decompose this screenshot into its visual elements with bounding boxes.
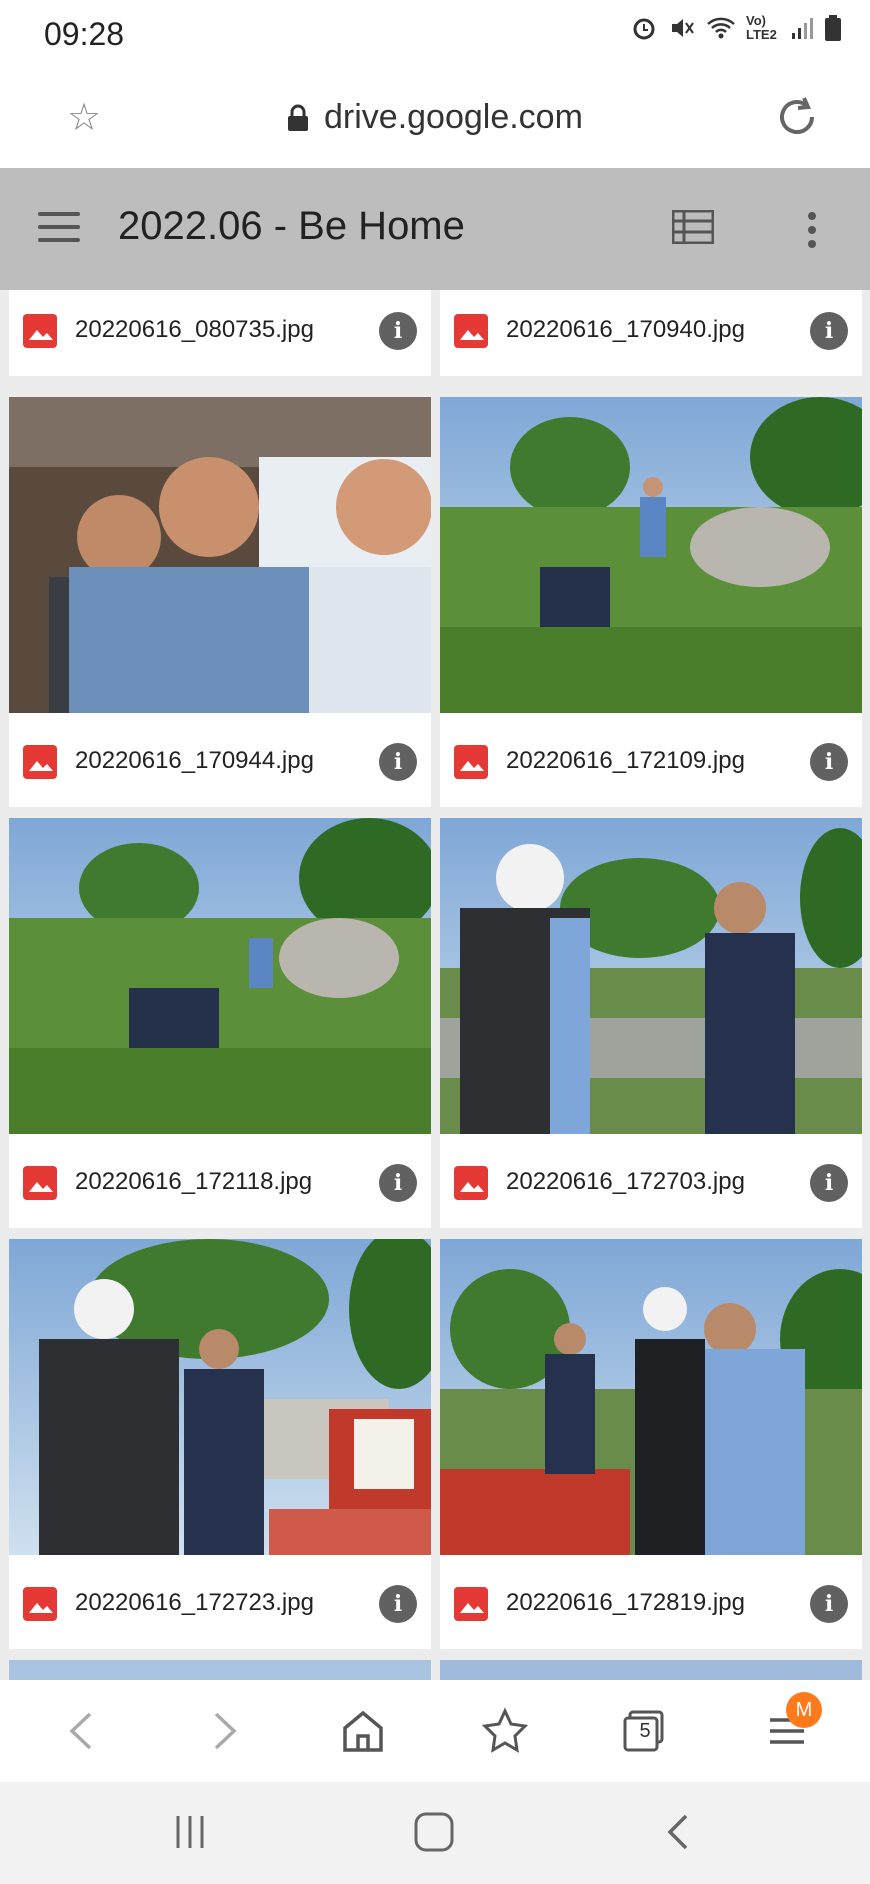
photo-thumbnail — [440, 1239, 862, 1555]
bookmark-star-icon[interactable]: ☆ — [62, 96, 106, 140]
file-name: 20220616_172703.jpg — [506, 1168, 745, 1195]
profile-badge: M — [786, 1692, 822, 1728]
lock-icon — [288, 104, 308, 131]
home-button-icon[interactable] — [412, 1810, 456, 1854]
browser-bottom-nav: 5 — [0, 1680, 870, 1782]
file-name: 20220616_172819.jpg — [506, 1589, 745, 1616]
image-file-icon — [454, 1166, 488, 1200]
file-card[interactable]: 20220616_172723.jpg i — [9, 1239, 431, 1649]
forward-arrow-icon[interactable] — [198, 1706, 248, 1756]
signal-icon — [792, 18, 813, 39]
back-arrow-icon[interactable] — [58, 1706, 108, 1756]
file-name: 20220616_172723.jpg — [75, 1589, 314, 1616]
file-grid: 20220616_080735.jpg i 20220616_170940.jp… — [0, 290, 870, 1680]
info-icon[interactable]: i — [810, 1585, 848, 1623]
battery-icon — [825, 15, 841, 41]
file-card[interactable]: 20220616_170940.jpg i — [440, 290, 862, 376]
info-icon[interactable]: i — [379, 1585, 417, 1623]
address-field[interactable]: drive.google.com — [286, 98, 583, 137]
info-icon[interactable]: i — [379, 1164, 417, 1202]
file-card[interactable]: 20220616_170944.jpg i — [9, 397, 431, 807]
status-icons: Vo) LTE2 — [630, 14, 842, 42]
app-header: 2022.06 - Be Home — [0, 168, 870, 290]
info-icon[interactable]: i — [810, 1164, 848, 1202]
alarm-icon — [633, 18, 655, 40]
file-name: 20220616_172109.jpg — [506, 747, 745, 774]
list-view-icon[interactable] — [672, 210, 714, 244]
photo-thumbnail — [440, 397, 862, 713]
photo-thumbnail — [9, 397, 431, 713]
photo-thumbnail — [440, 818, 862, 1134]
status-bar: 09:28 Vo) LTE2 — [0, 0, 870, 70]
file-card[interactable] — [440, 1660, 862, 1680]
menu-icon[interactable] — [38, 212, 80, 244]
folder-title: 2022.06 - Be Home — [118, 204, 465, 248]
file-card[interactable]: 20220616_172703.jpg i — [440, 818, 862, 1228]
network-label: Vo) LTE2 — [746, 13, 777, 42]
file-card[interactable]: 20220616_080735.jpg i — [9, 290, 431, 376]
recent-apps-icon[interactable] — [172, 1810, 208, 1854]
file-card[interactable]: 20220616_172109.jpg i — [440, 397, 862, 807]
info-icon[interactable]: i — [810, 743, 848, 781]
home-icon[interactable] — [338, 1706, 388, 1756]
system-nav-bar — [0, 1782, 870, 1884]
tabs-button[interactable]: 5 — [620, 1706, 670, 1756]
status-time: 09:28 — [44, 16, 125, 52]
image-file-icon — [454, 314, 488, 348]
mute-icon — [672, 19, 694, 37]
file-name: 20220616_170944.jpg — [75, 747, 314, 774]
photo-thumbnail — [9, 1239, 431, 1555]
file-name: 20220616_172118.jpg — [75, 1168, 313, 1195]
reload-icon[interactable] — [772, 92, 822, 142]
bookmarks-star-icon[interactable] — [480, 1706, 530, 1756]
photo-thumbnail — [9, 818, 431, 1134]
info-icon[interactable]: i — [379, 743, 417, 781]
url-bar: ☆ drive.google.com — [0, 70, 870, 168]
more-options-icon[interactable] — [802, 212, 822, 252]
wifi-icon — [707, 17, 735, 39]
image-file-icon — [454, 745, 488, 779]
image-file-icon — [23, 745, 57, 779]
tabs-count: 5 — [639, 1720, 651, 1742]
back-button-icon[interactable] — [660, 1810, 696, 1854]
file-name: 20220616_170940.jpg — [506, 316, 745, 343]
url-text: drive.google.com — [324, 98, 583, 136]
image-file-icon — [23, 314, 57, 348]
file-card[interactable]: 20220616_172118.jpg i — [9, 818, 431, 1228]
info-icon[interactable]: i — [379, 312, 417, 350]
image-file-icon — [23, 1587, 57, 1621]
info-icon[interactable]: i — [810, 312, 848, 350]
file-card[interactable]: 20220616_172819.jpg i — [440, 1239, 862, 1649]
image-file-icon — [454, 1587, 488, 1621]
file-name: 20220616_080735.jpg — [75, 316, 314, 343]
file-card[interactable] — [9, 1660, 431, 1680]
image-file-icon — [23, 1166, 57, 1200]
